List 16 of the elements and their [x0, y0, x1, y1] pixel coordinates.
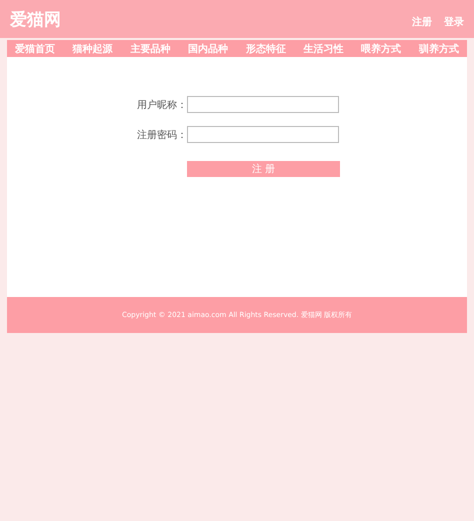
nav-link[interactable]: 生活习性	[304, 42, 344, 56]
nav-link[interactable]: 主要品种	[130, 42, 170, 56]
register-button[interactable]: 注 册	[187, 161, 340, 177]
nav-link[interactable]: 爱猫首页	[15, 42, 55, 56]
nav-link[interactable]: 形态特征	[246, 42, 286, 56]
header-link[interactable]: 注册	[412, 15, 432, 29]
nav-link[interactable]: 国内品种	[188, 42, 228, 56]
input-field[interactable]	[187, 126, 339, 143]
field-label: 注册密码：	[136, 128, 187, 142]
nav-link[interactable]: 喂养方式	[361, 42, 402, 56]
header-link[interactable]: 登录	[444, 15, 464, 29]
nav-link[interactable]: 猫种起源	[72, 42, 113, 56]
nav-link[interactable]: 驯养方式	[418, 42, 459, 56]
site-logo: 爱猫网	[10, 8, 61, 30]
input-field[interactable]	[187, 96, 339, 113]
field-label: 用户昵称：	[136, 98, 187, 112]
